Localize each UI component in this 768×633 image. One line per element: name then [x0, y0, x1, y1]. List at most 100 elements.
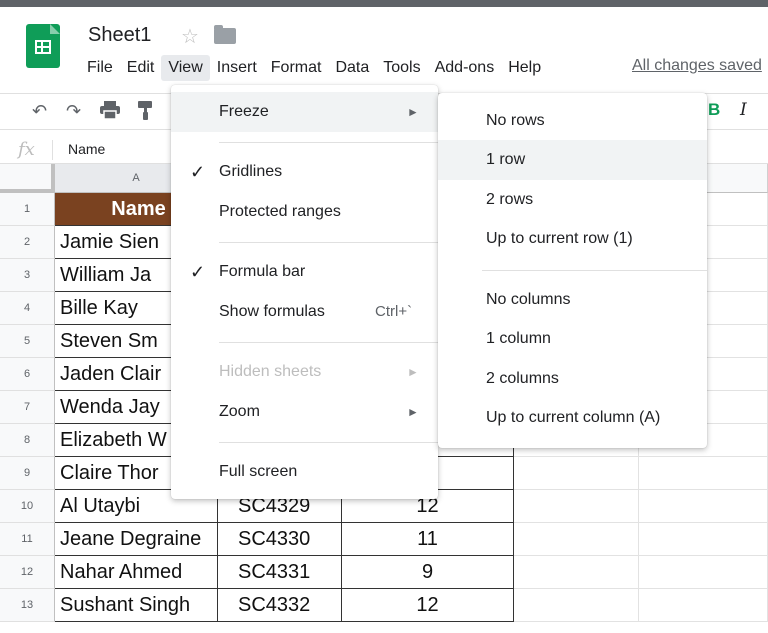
row-number[interactable]: 7: [0, 391, 55, 424]
document-title[interactable]: Sheet1: [88, 24, 151, 47]
menu-file[interactable]: File: [80, 55, 120, 81]
cell-b12[interactable]: SC4331: [218, 556, 342, 589]
cell-a11[interactable]: Jeane Degraine: [55, 523, 218, 556]
cell-d12[interactable]: [514, 556, 639, 589]
formula-input[interactable]: Name: [68, 141, 105, 157]
menu-item-label: Zoom: [219, 403, 260, 420]
row-number[interactable]: 5: [0, 325, 55, 358]
cell-a13[interactable]: Sushant Singh: [55, 589, 218, 622]
menu-edit[interactable]: Edit: [120, 55, 162, 81]
menu-item-label: Full screen: [219, 463, 298, 480]
menu-view[interactable]: View: [161, 55, 210, 81]
spreadsheet-app: Sheet1 ☆ File Edit View Insert Format Da…: [0, 0, 768, 633]
print-icon[interactable]: [100, 101, 120, 124]
sheets-logo-icon[interactable]: [26, 24, 60, 68]
menu-item-label: Hidden sheets: [219, 363, 322, 380]
menu-item-label: No columns: [486, 291, 571, 308]
row-number[interactable]: 2: [0, 226, 55, 259]
cell-c13[interactable]: 12: [342, 589, 514, 622]
menu-item-label: Up to current row (1): [486, 230, 633, 247]
menu-item-freeze[interactable]: Freeze ►: [171, 92, 438, 132]
menu-item-full-screen[interactable]: Full screen: [171, 452, 438, 492]
cell-d9[interactable]: [514, 457, 639, 490]
cell-e12[interactable]: [639, 556, 768, 589]
menu-addons[interactable]: Add-ons: [428, 55, 502, 81]
menu-item-label: Gridlines: [219, 163, 283, 180]
submenu-arrow-icon: ►: [407, 365, 419, 379]
italic-button[interactable]: I: [740, 100, 747, 120]
formula-divider: [52, 140, 53, 160]
table-row: 13 Sushant Singh SC4332 12: [0, 589, 768, 622]
row-number[interactable]: 4: [0, 292, 55, 325]
freeze-submenu: No rows 1 row 2 rows Up to current row (…: [438, 93, 707, 448]
row-number[interactable]: 13: [0, 589, 55, 622]
submenu-arrow-icon: ►: [407, 105, 419, 119]
freeze-no-columns[interactable]: No columns: [438, 280, 707, 320]
fx-icon: fx: [18, 139, 35, 160]
menu-help[interactable]: Help: [501, 55, 548, 81]
undo-icon[interactable]: ↶: [32, 101, 47, 122]
menu-item-formula-bar[interactable]: ✓ Formula bar: [171, 252, 438, 292]
browser-top-strip: [0, 0, 768, 7]
freeze-no-rows[interactable]: No rows: [438, 101, 707, 141]
menu-divider: [219, 142, 438, 143]
menu-format[interactable]: Format: [264, 55, 329, 81]
freeze-1-column[interactable]: 1 column: [438, 319, 707, 359]
menu-item-gridlines[interactable]: ✓ Gridlines: [171, 152, 438, 192]
row-number[interactable]: 11: [0, 523, 55, 556]
freeze-up-to-current-column[interactable]: Up to current column (A): [438, 398, 707, 438]
menu-item-show-formulas[interactable]: Show formulas Ctrl+`: [171, 292, 438, 332]
menu-item-label: 2 rows: [486, 191, 534, 208]
folder-icon[interactable]: [214, 25, 236, 44]
freeze-up-to-current-row[interactable]: Up to current row (1): [438, 219, 707, 259]
menu-divider: [219, 342, 438, 343]
cell-a12[interactable]: Nahar Ahmed: [55, 556, 218, 589]
row-number[interactable]: 10: [0, 490, 55, 523]
paint-format-icon[interactable]: [138, 101, 154, 126]
row-number[interactable]: 9: [0, 457, 55, 490]
cell-e11[interactable]: [639, 523, 768, 556]
menu-item-zoom[interactable]: Zoom ►: [171, 392, 438, 432]
freeze-1-row[interactable]: 1 row: [438, 140, 707, 180]
keyboard-shortcut: Ctrl+`: [375, 303, 413, 320]
check-icon: ✓: [190, 162, 206, 182]
row-number[interactable]: 3: [0, 259, 55, 292]
redo-icon[interactable]: ↷: [66, 101, 81, 122]
row-number[interactable]: 6: [0, 358, 55, 391]
cell-b13[interactable]: SC4332: [218, 589, 342, 622]
check-icon: ✓: [190, 262, 206, 282]
submenu-arrow-icon: ►: [407, 405, 419, 419]
cell-d13[interactable]: [514, 589, 639, 622]
star-icon[interactable]: ☆: [181, 24, 199, 49]
menu-divider: [482, 270, 707, 271]
menu-item-label: Freeze: [219, 103, 269, 120]
cell-d11[interactable]: [514, 523, 639, 556]
row-number[interactable]: 1: [0, 193, 55, 226]
menu-data[interactable]: Data: [328, 55, 376, 81]
table-row: 11 Jeane Degraine SC4330 11: [0, 523, 768, 556]
cell-e10[interactable]: [639, 490, 768, 523]
freeze-2-rows[interactable]: 2 rows: [438, 180, 707, 220]
cell-d10[interactable]: [514, 490, 639, 523]
menu-item-label: Formula bar: [219, 263, 306, 280]
table-row: 12 Nahar Ahmed SC4331 9: [0, 556, 768, 589]
menu-insert[interactable]: Insert: [210, 55, 264, 81]
menu-item-hidden-sheets: Hidden sheets ►: [171, 352, 438, 392]
menu-item-label: Show formulas: [219, 303, 325, 320]
save-status-link[interactable]: All changes saved: [632, 57, 762, 75]
menu-item-label: No rows: [486, 112, 545, 129]
select-all-corner[interactable]: [0, 164, 55, 193]
menu-tools[interactable]: Tools: [376, 55, 427, 81]
cell-c12[interactable]: 9: [342, 556, 514, 589]
menu-item-protected-ranges[interactable]: Protected ranges: [171, 192, 438, 232]
cell-e13[interactable]: [639, 589, 768, 622]
row-number[interactable]: 8: [0, 424, 55, 457]
cell-c11[interactable]: 11: [342, 523, 514, 556]
menu-item-label: 2 columns: [486, 370, 559, 387]
bold-button[interactable]: B: [708, 100, 720, 120]
menu-item-label: Protected ranges: [219, 203, 341, 220]
cell-e9[interactable]: [639, 457, 768, 490]
freeze-2-columns[interactable]: 2 columns: [438, 359, 707, 399]
cell-b11[interactable]: SC4330: [218, 523, 342, 556]
row-number[interactable]: 12: [0, 556, 55, 589]
